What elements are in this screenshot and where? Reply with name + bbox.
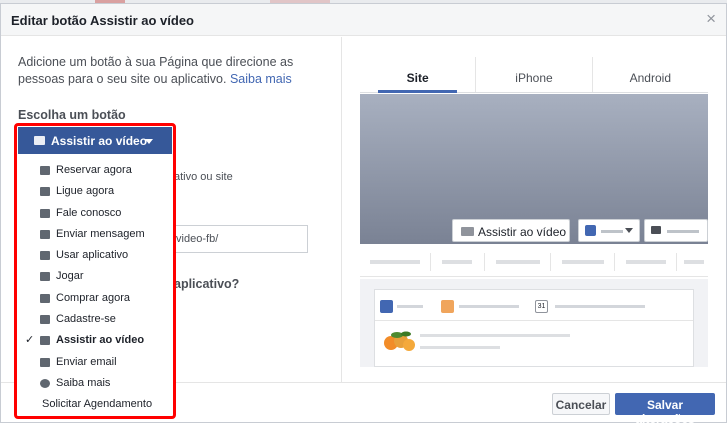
preview-watch-video-button: Assistir ao vídeo: [452, 219, 570, 242]
placeholder-bar: [667, 230, 699, 233]
info-icon: [40, 378, 50, 388]
preview-like-button: [578, 219, 640, 242]
menu-item-send-email[interactable]: Enviar email: [18, 352, 172, 373]
menu-item-label: Solicitar Agendamento: [42, 398, 153, 411]
url-input[interactable]: /video-fb/: [169, 225, 308, 253]
divider: [614, 253, 615, 271]
partial-label-site: ativo ou site: [174, 171, 233, 183]
preview-feed: 31: [360, 279, 708, 367]
menu-item-label: Fale conosco: [56, 206, 122, 219]
phone-icon: [40, 187, 50, 197]
placeholder-bar: [397, 305, 423, 308]
divider: [676, 253, 677, 271]
menu-item-sign-up[interactable]: Cadastre-se: [18, 309, 172, 330]
learn-more-link[interactable]: Saiba mais: [230, 72, 292, 86]
cancel-button[interactable]: Cancelar: [552, 393, 610, 415]
preview-tabs: Site iPhone Android: [360, 57, 708, 93]
divider: [430, 253, 431, 271]
preview-message-button: [644, 219, 708, 242]
dropdown-selected-button[interactable]: Assistir ao vídeo: [18, 127, 172, 154]
preview-nav-strip: [360, 247, 708, 277]
divider: [484, 253, 485, 271]
menu-item-label: Assistir ao vídeo: [56, 334, 145, 347]
calendar-icon: [40, 166, 50, 175]
tab-iphone[interactable]: iPhone: [476, 57, 593, 92]
checkmark-icon: ✓: [25, 334, 35, 347]
thumbs-up-icon: [585, 225, 596, 236]
dropdown-menu: Reservar agora Ligue agora Fale conosco …: [18, 160, 172, 416]
chat-bubble-icon: [651, 226, 661, 234]
cube-icon: [40, 251, 50, 261]
dialog-header: Editar botão Assistir ao vídeo ×: [1, 4, 726, 36]
menu-item-label: Enviar email: [56, 355, 117, 368]
menu-item-play-game[interactable]: Jogar: [18, 266, 172, 287]
gamepad-icon: [40, 272, 50, 282]
placeholder-bar: [626, 260, 666, 264]
menu-item-watch-video[interactable]: ✓ Assistir ao vídeo: [18, 330, 172, 351]
shopping-bag-icon: [40, 293, 50, 303]
chat-bubble-icon: [40, 229, 50, 239]
chevron-down-icon: [625, 228, 633, 233]
fruit-image: [384, 331, 415, 351]
menu-item-shop-now[interactable]: Comprar agora: [18, 288, 172, 309]
envelope-icon: [40, 208, 50, 218]
menu-item-book-now[interactable]: Reservar agora: [18, 160, 172, 181]
menu-item-label: Usar aplicativo: [56, 249, 129, 262]
tab-site-label: Site: [406, 71, 429, 85]
save-changes-button[interactable]: Salvar alterações: [615, 393, 715, 423]
menu-item-label: Comprar agora: [56, 291, 130, 304]
chevron-down-icon: [145, 139, 153, 144]
menu-item-label: Jogar: [56, 270, 84, 283]
button-type-dropdown: Assistir ao vídeo Reservar agora Ligue a…: [14, 123, 176, 419]
menu-item-use-app[interactable]: Usar aplicativo: [18, 245, 172, 266]
menu-item-send-message[interactable]: Enviar mensagem: [18, 224, 172, 245]
menu-item-label: Saiba mais: [56, 376, 111, 389]
tab-android-label: Android: [629, 71, 671, 85]
cover-photo-preview: Assistir ao vídeo: [360, 94, 708, 244]
menu-item-label: Cadastre-se: [56, 313, 116, 326]
intro-text: Adicione um botão à sua Página que direc…: [18, 54, 318, 88]
menu-item-label: Ligue agora: [56, 185, 115, 198]
menu-item-request-appointment[interactable]: Solicitar Agendamento: [18, 394, 172, 415]
video-icon: [40, 336, 50, 346]
menu-item-label: Enviar mensagem: [56, 227, 145, 240]
dropdown-selected-label: Assistir ao vídeo: [51, 134, 148, 148]
placeholder-bar: [370, 260, 420, 264]
video-icon: [461, 227, 474, 236]
placeholder-bar: [496, 260, 540, 264]
menu-item-contact-us[interactable]: Fale conosco: [18, 203, 172, 224]
preview-watch-video-label: Assistir ao vídeo: [478, 225, 567, 239]
pencil-icon: [40, 315, 50, 325]
close-icon[interactable]: ×: [706, 10, 716, 27]
dialog-title: Editar botão Assistir ao vídeo: [11, 13, 195, 28]
placeholder-bar: [442, 260, 472, 264]
tab-iphone-label: iPhone: [515, 71, 553, 85]
placeholder-bar: [420, 346, 500, 349]
divider: [550, 253, 551, 271]
placeholder-bar: [684, 260, 704, 264]
calendar-icon: 31: [535, 300, 548, 313]
menu-item-learn-more[interactable]: Saiba mais: [18, 373, 172, 394]
pencil-icon: [380, 300, 393, 313]
placeholder-bar: [555, 305, 645, 308]
video-icon: [34, 136, 45, 145]
menu-item-call-now[interactable]: Ligue agora: [18, 181, 172, 202]
menu-item-label: Reservar agora: [56, 164, 132, 176]
placeholder-bar: [459, 305, 519, 308]
envelope-icon: [40, 357, 50, 367]
partial-question: aplicativo?: [174, 277, 240, 291]
placeholder-bar: [562, 260, 604, 264]
placeholder-bar: [420, 334, 570, 337]
photo-icon: [441, 300, 454, 313]
divider: [375, 320, 693, 321]
choose-button-label: Escolha um botão: [18, 108, 126, 122]
placeholder-bar: [601, 230, 623, 233]
tab-site[interactable]: Site: [360, 57, 477, 93]
preview-composer: 31: [374, 289, 694, 367]
preview-panel: Site iPhone Android Assistir ao vídeo 31: [341, 37, 726, 382]
tab-android[interactable]: Android: [593, 57, 708, 92]
